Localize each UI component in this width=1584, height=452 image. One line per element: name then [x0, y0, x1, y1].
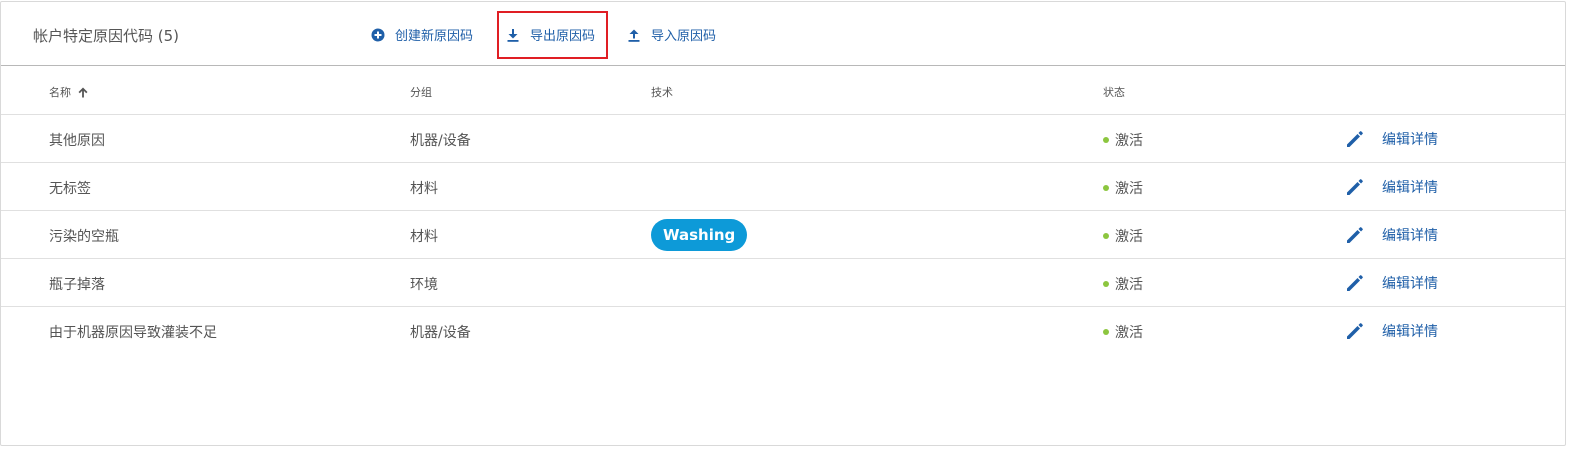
edit-details-button[interactable]: 编辑详情 — [1344, 272, 1438, 294]
download-icon — [506, 28, 520, 42]
table-row: 污染的空瓶 材料 Washing 激活 编辑详情 — [1, 211, 1565, 259]
pencil-icon — [1344, 224, 1366, 246]
edit-details-button[interactable]: 编辑详情 — [1344, 176, 1438, 198]
export-reason-code-label: 导出原因码 — [530, 29, 596, 44]
reason-codes-panel: 帐户特定原因代码 (5) 创建新原因码 导出原因码 导入原因码 名称 分组 技术… — [0, 1, 1566, 446]
import-reason-code-button[interactable]: 导入原因码 — [627, 25, 716, 44]
edit-details-label: 编辑详情 — [1382, 228, 1438, 244]
page-title: 帐户特定原因代码 (5) — [33, 27, 180, 45]
row-name: 无标签 — [49, 181, 91, 197]
edit-details-button[interactable]: 编辑详情 — [1344, 320, 1438, 342]
edit-details-button[interactable]: 编辑详情 — [1344, 224, 1438, 246]
row-name: 其他原因 — [49, 133, 105, 149]
plus-circle-icon — [371, 28, 385, 42]
edit-details-label: 编辑详情 — [1382, 324, 1438, 340]
status-dot — [1103, 185, 1109, 191]
column-header-tech[interactable]: 技术 — [651, 84, 673, 100]
row-name: 瓶子掉落 — [49, 277, 105, 293]
row-group: 材料 — [410, 229, 438, 245]
pencil-icon — [1344, 272, 1366, 294]
row-name: 由于机器原因导致灌装不足 — [49, 325, 217, 341]
status-label: 激活 — [1115, 325, 1143, 341]
row-status: 激活 — [1103, 226, 1143, 246]
row-group: 机器/设备 — [410, 325, 471, 341]
import-reason-code-label: 导入原因码 — [651, 29, 717, 44]
row-group: 机器/设备 — [410, 133, 471, 149]
arrow-up-icon — [78, 87, 88, 98]
column-header-name[interactable]: 名称 — [49, 84, 88, 100]
status-label: 激活 — [1115, 181, 1143, 197]
row-name: 污染的空瓶 — [49, 229, 119, 245]
toolbar: 帐户特定原因代码 (5) 创建新原因码 导出原因码 导入原因码 — [1, 2, 1565, 66]
row-status: 激活 — [1103, 178, 1143, 198]
status-dot — [1103, 329, 1109, 335]
status-dot — [1103, 137, 1109, 143]
status-dot — [1103, 233, 1109, 239]
row-group: 环境 — [410, 277, 438, 293]
row-status: 激活 — [1103, 274, 1143, 294]
edit-details-label: 编辑详情 — [1382, 180, 1438, 196]
column-header-name-label: 名称 — [49, 86, 71, 99]
table-header: 名称 分组 技术 状态 — [1, 66, 1565, 115]
status-label: 激活 — [1115, 229, 1143, 245]
pencil-icon — [1344, 176, 1366, 198]
status-dot — [1103, 281, 1109, 287]
table-row: 瓶子掉落 环境 激活 编辑详情 — [1, 259, 1565, 307]
table-row: 其他原因 机器/设备 激活 编辑详情 — [1, 115, 1565, 163]
status-label: 激活 — [1115, 133, 1143, 149]
upload-icon — [627, 28, 641, 42]
row-status: 激活 — [1103, 130, 1143, 150]
tech-badge: Washing — [651, 219, 748, 251]
edit-details-label: 编辑详情 — [1382, 276, 1438, 292]
export-reason-code-button[interactable]: 导出原因码 — [506, 25, 595, 44]
edit-details-label: 编辑详情 — [1382, 132, 1438, 148]
table-row: 由于机器原因导致灌装不足 机器/设备 激活 编辑详情 — [1, 307, 1565, 355]
pencil-icon — [1344, 128, 1366, 150]
table-row: 无标签 材料 激活 编辑详情 — [1, 163, 1565, 211]
create-reason-code-button[interactable]: 创建新原因码 — [371, 25, 473, 44]
row-status: 激活 — [1103, 322, 1143, 342]
pencil-icon — [1344, 320, 1366, 342]
edit-details-button[interactable]: 编辑详情 — [1344, 128, 1438, 150]
column-header-group[interactable]: 分组 — [410, 84, 432, 100]
row-group: 材料 — [410, 181, 438, 197]
status-label: 激活 — [1115, 277, 1143, 293]
column-header-status[interactable]: 状态 — [1103, 84, 1125, 100]
create-reason-code-label: 创建新原因码 — [395, 29, 474, 44]
